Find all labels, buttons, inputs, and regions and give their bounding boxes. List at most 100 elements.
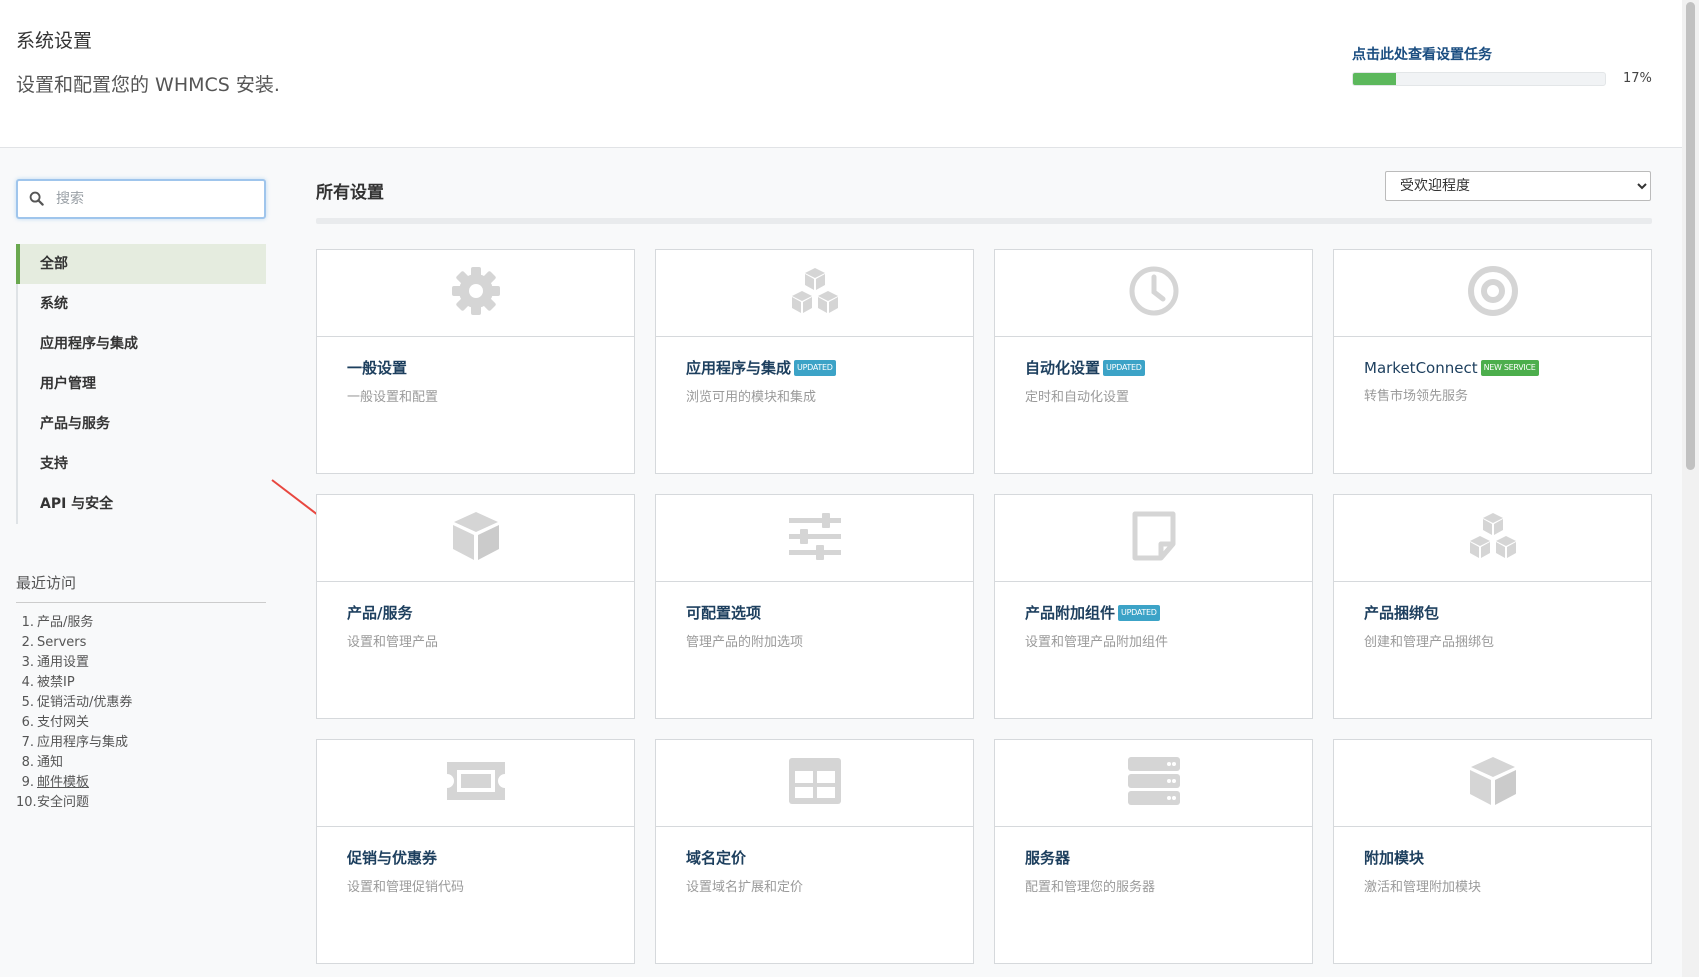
page-header: 系统设置 设置和配置您的 WHMCS 安装. 点击此处查看设置任务 17%: [0, 0, 1682, 148]
recent-item-number: 8.: [21, 755, 34, 770]
card-description: 管理产品的附加选项: [686, 635, 804, 650]
card-title[interactable]: 产品/服务: [347, 602, 412, 623]
settings-search-box[interactable]: [16, 179, 266, 219]
nav-item-3[interactable]: 用户管理: [18, 364, 266, 404]
settings-card[interactable]: 自动化设置 UPDATED 定时和自动化设置: [994, 249, 1313, 474]
card-title-row: 服务器: [1025, 847, 1312, 868]
settings-card[interactable]: MarketConnect NEW SERVICE 转售市场领先服务: [1333, 249, 1652, 474]
card-title[interactable]: 可配置选项: [686, 602, 761, 623]
card-description: 创建和管理产品捆绑包: [1364, 635, 1495, 650]
recent-item-number: 7.: [21, 735, 34, 750]
recent-item-link[interactable]: 通用设置: [37, 655, 89, 670]
card-title-row: 自动化设置 UPDATED: [1025, 357, 1312, 378]
card-icon-area: [1334, 740, 1651, 827]
setup-tasks-link[interactable]: 点击此处查看设置任务: [1352, 44, 1492, 64]
recent-item-link[interactable]: 被禁IP: [37, 675, 75, 690]
settings-card[interactable]: 域名定价设置域名扩展和定价: [655, 739, 974, 964]
settings-card[interactable]: 产品捆绑包创建和管理产品捆绑包: [1333, 494, 1652, 719]
recent-item: 7. 应用程序与集成: [16, 733, 132, 753]
section-divider: [316, 218, 1652, 224]
card-description: 设置和管理促销代码: [347, 880, 465, 895]
recent-item-number: 3.: [21, 655, 34, 670]
card-title[interactable]: 应用程序与集成: [686, 357, 791, 378]
card-icon-area: [317, 250, 634, 337]
recent-divider: [16, 602, 266, 603]
settings-card[interactable]: 可配置选项管理产品的附加选项: [655, 494, 974, 719]
new-service-badge: NEW SERVICE: [1480, 359, 1539, 376]
card-body: 可配置选项管理产品的附加选项: [656, 582, 973, 650]
recent-item-link[interactable]: 邮件模板: [37, 775, 89, 790]
setup-progress-bar: [1352, 72, 1606, 86]
nav-item-4[interactable]: 产品与服务: [18, 404, 266, 444]
recent-item-link[interactable]: 产品/服务: [37, 615, 93, 630]
settings-search-input[interactable]: [56, 187, 256, 211]
settings-card[interactable]: 促销与优惠券设置和管理促销代码: [316, 739, 635, 964]
card-title[interactable]: 附加模块: [1364, 847, 1424, 868]
setup-progress-percent: 17%: [1623, 71, 1652, 86]
card-title[interactable]: 自动化设置: [1025, 357, 1100, 378]
card-body: 产品附加组件 UPDATED 设置和管理产品附加组件: [995, 582, 1312, 650]
card-title[interactable]: 产品附加组件: [1025, 602, 1115, 623]
card-description: 激活和管理附加模块: [1364, 880, 1482, 895]
recent-visits-list: 1. 产品/服务 2. Servers 3. 通用设置 4. 被禁IP 5. 促销活动/优惠券 6.…: [16, 613, 132, 813]
cubes-icon: [788, 267, 842, 319]
recent-item-number: 6.: [21, 715, 34, 730]
card-icon-area: [656, 495, 973, 582]
recent-item-number: 5.: [21, 695, 34, 710]
recent-item-link[interactable]: 促销活动/优惠券: [37, 695, 132, 710]
card-description: 一般设置和配置: [347, 390, 439, 405]
card-title-row: 产品附加组件 UPDATED: [1025, 602, 1312, 623]
card-description: 浏览可用的模块和集成: [686, 390, 817, 405]
settings-category-nav: 全部 系统 应用程序与集成 用户管理 产品与服务 支持 API 与安全: [16, 244, 266, 524]
card-body: 一般设置一般设置和配置: [317, 337, 634, 405]
scrollbar-thumb[interactable]: [1686, 2, 1695, 470]
card-description: 设置域名扩展和定价: [686, 880, 804, 895]
recent-item-link[interactable]: 安全问题: [37, 795, 89, 810]
card-body: MarketConnect NEW SERVICE 转售市场领先服务: [1334, 337, 1651, 404]
sort-order-select[interactable]: 受欢迎程度: [1385, 171, 1651, 201]
recent-item: 3. 通用设置: [16, 653, 132, 673]
table-icon: [788, 757, 842, 809]
gear-icon: [450, 265, 502, 321]
card-title[interactable]: 域名定价: [686, 847, 746, 868]
recent-item: 2. Servers: [16, 633, 132, 653]
page-subtitle: 设置和配置您的 WHMCS 安装.: [16, 74, 280, 96]
card-icon-area: [995, 250, 1312, 337]
card-icon-area: [656, 740, 973, 827]
page-title: 系统设置: [16, 30, 93, 52]
updated-badge: UPDATED: [1118, 604, 1160, 621]
recent-item-link[interactable]: 应用程序与集成: [37, 735, 128, 750]
cube-icon: [1467, 755, 1519, 811]
card-title[interactable]: MarketConnect: [1364, 359, 1478, 377]
settings-card[interactable]: 产品附加组件 UPDATED 设置和管理产品附加组件: [994, 494, 1313, 719]
card-title[interactable]: 服务器: [1025, 847, 1070, 868]
card-icon-area: [995, 740, 1312, 827]
settings-card[interactable]: 一般设置一般设置和配置: [316, 249, 635, 474]
recent-item: 10.安全问题: [16, 793, 132, 813]
card-title[interactable]: 促销与优惠券: [347, 847, 437, 868]
search-icon: [29, 191, 44, 210]
recent-item-link[interactable]: 通知: [37, 755, 63, 770]
recent-item: 4. 被禁IP: [16, 673, 132, 693]
card-title[interactable]: 一般设置: [347, 357, 407, 378]
settings-card[interactable]: 服务器 配置和管理您的服务器: [994, 739, 1313, 964]
recent-item-link[interactable]: Servers: [37, 635, 86, 650]
recent-item-link[interactable]: 支付网关: [37, 715, 89, 730]
recent-item-number: 4.: [21, 675, 34, 690]
nav-item-0[interactable]: 全部: [16, 244, 266, 284]
recent-item: 6. 支付网关: [16, 713, 132, 733]
recent-item-number: 1.: [21, 615, 34, 630]
card-title-row: 域名定价: [686, 847, 973, 868]
page-scrollbar[interactable]: [1682, 0, 1699, 977]
settings-card[interactable]: 附加模块激活和管理附加模块: [1333, 739, 1652, 964]
card-title-row: 附加模块: [1364, 847, 1651, 868]
nav-item-6[interactable]: API 与安全: [18, 484, 266, 524]
card-title[interactable]: 产品捆绑包: [1364, 602, 1439, 623]
card-description: 设置和管理产品附加组件: [1025, 635, 1169, 650]
nav-item-1[interactable]: 系统: [18, 284, 266, 324]
card-body: 附加模块激活和管理附加模块: [1334, 827, 1651, 895]
nav-item-2[interactable]: 应用程序与集成: [18, 324, 266, 364]
settings-card[interactable]: 应用程序与集成 UPDATED 浏览可用的模块和集成: [655, 249, 974, 474]
settings-card[interactable]: 产品/服务 设置和管理产品: [316, 494, 635, 719]
nav-item-5[interactable]: 支持: [18, 444, 266, 484]
